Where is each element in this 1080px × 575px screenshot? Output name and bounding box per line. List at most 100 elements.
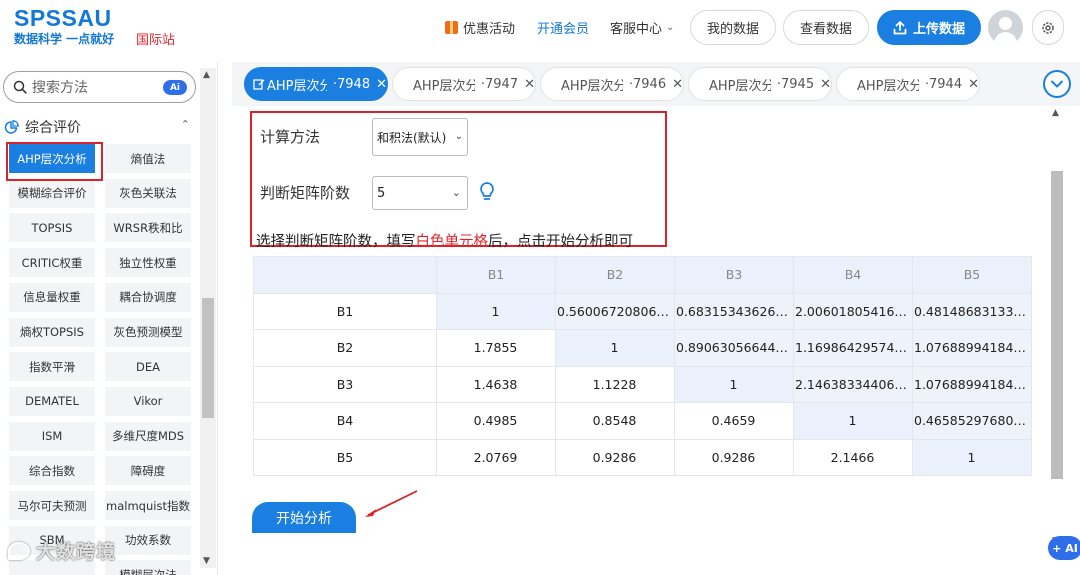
- analysis-tab[interactable]: AHP层次分析 ·7947 ✕: [392, 67, 536, 101]
- settings-button[interactable]: [1032, 10, 1064, 45]
- chevron-up-icon[interactable]: ⌃: [181, 118, 190, 131]
- matrix-cell-value: 1.1698642957418: [795, 340, 911, 356]
- calc-method-label: 计算方法: [260, 128, 321, 146]
- app-root: SPSSAU 数据科学 一点就好 国际站 优惠活动 开通会员 客服中心 ⌄ 我的…: [0, 0, 1080, 575]
- upload-data-button[interactable]: 上传数据: [877, 10, 981, 45]
- ai-search-badge[interactable]: Ai: [163, 80, 187, 95]
- close-icon[interactable]: ✕: [672, 77, 683, 92]
- lightbulb-icon[interactable]: [479, 181, 495, 203]
- matrix-cell[interactable]: 1.1228: [555, 365, 675, 403]
- matrix-cell: 0.6831534362616: [674, 292, 794, 330]
- content-scroll-thumb[interactable]: [1051, 171, 1063, 479]
- analysis-tab[interactable]: AHP层次分析 ·7948 ✕: [244, 67, 388, 101]
- method-item[interactable]: 熵值法: [105, 144, 191, 173]
- matrix-row-label: B3: [253, 365, 437, 403]
- matrix-cell[interactable]: 0.4659: [674, 402, 794, 440]
- content-scrollbar[interactable]: ▲ ▼: [1050, 106, 1064, 546]
- method-item[interactable]: 障碍度: [105, 456, 191, 486]
- matrix-order-label: 判断矩阵阶数: [260, 184, 351, 202]
- matrix-cell: 1: [555, 329, 675, 367]
- method-item[interactable]: 功效系数: [105, 525, 191, 555]
- method-item[interactable]: 多维尺度MDS: [105, 421, 191, 451]
- intl-site-link[interactable]: 国际站: [136, 29, 175, 48]
- close-icon[interactable]: ✕: [820, 77, 831, 92]
- method-item[interactable]: DEMATEL: [9, 386, 95, 416]
- method-item[interactable]: malmquist指数: [105, 491, 191, 520]
- watermark: 大数跨境: [8, 537, 116, 564]
- method-item[interactable]: WRSR秩和比: [105, 213, 191, 243]
- tabs-more-button[interactable]: [1043, 70, 1071, 98]
- tab-name: AHP层次分析: [709, 78, 771, 94]
- method-item[interactable]: 灰色预测模型: [105, 317, 191, 347]
- close-icon[interactable]: ✕: [376, 77, 387, 92]
- category-header[interactable]: 综合评价 ⌃: [4, 117, 194, 137]
- avatar[interactable]: [988, 10, 1023, 45]
- view-data-button[interactable]: 查看数据: [783, 10, 869, 45]
- scroll-up-arrow-icon[interactable]: ▲: [203, 70, 210, 80]
- method-item[interactable]: 熵权TOPSIS: [9, 317, 95, 347]
- matrix-cell: 2.0060180541625: [793, 292, 913, 330]
- nav-vip[interactable]: 开通会员: [537, 18, 589, 37]
- analysis-tab[interactable]: AHP层次分析 ·7944 ✕: [836, 67, 980, 101]
- avatar-body-shape: [994, 32, 1017, 45]
- calc-method-select[interactable]: 和积法(默认) ⌄: [372, 118, 468, 156]
- method-item[interactable]: 独立性权重: [105, 248, 191, 278]
- matrix-cell-value: 1.1228: [592, 376, 637, 392]
- matrix-cell[interactable]: 1.4638: [436, 365, 556, 403]
- matrix-order-value: 5: [377, 185, 386, 201]
- chevron-down-icon: ⌄: [454, 131, 463, 142]
- sidebar-scroll-thumb[interactable]: [202, 298, 214, 418]
- scroll-down-arrow-icon[interactable]: ▼: [203, 556, 210, 566]
- ai-assistant-button[interactable]: + AI: [1048, 536, 1080, 560]
- analysis-tab[interactable]: AHP层次分析 ·7945 ✕: [688, 67, 832, 101]
- matrix-cell: 1: [436, 292, 556, 330]
- logo[interactable]: SPSSAU 数据科学 一点就好: [14, 6, 114, 46]
- matrix-cell: 1: [674, 365, 794, 403]
- method-item[interactable]: 灰色关联法: [105, 178, 191, 208]
- tab-name: AHP层次分析: [266, 78, 327, 94]
- tab-number: ·7944: [924, 76, 963, 92]
- scroll-up-arrow-icon[interactable]: ▲: [1052, 108, 1059, 118]
- method-item[interactable]: 信息量权重: [9, 282, 95, 312]
- matrix-order-select[interactable]: 5 ⌄: [372, 176, 468, 210]
- matrix-cell[interactable]: 0.9286: [555, 438, 675, 476]
- method-item[interactable]: 模糊综合评价: [9, 178, 95, 208]
- close-icon[interactable]: ✕: [968, 77, 979, 92]
- matrix-column-header: B1: [436, 256, 556, 294]
- method-item[interactable]: CRITIC权重: [9, 248, 95, 278]
- method-item[interactable]: DEA: [105, 352, 191, 382]
- method-item[interactable]: 马尔可夫预测: [9, 491, 95, 520]
- method-item[interactable]: 耦合协调度: [105, 282, 191, 312]
- matrix-cell-value: 0.4814868313357: [914, 303, 1030, 319]
- method-search-box[interactable]: 搜索方法 Ai: [3, 71, 196, 103]
- nav-promotions[interactable]: 优惠活动: [445, 18, 515, 37]
- close-icon[interactable]: ✕: [524, 77, 535, 92]
- analysis-tab[interactable]: AHP层次分析 ·7946 ✕: [540, 67, 684, 101]
- matrix-cell[interactable]: 2.0769: [436, 438, 556, 476]
- method-item[interactable]: 综合指数: [9, 456, 95, 486]
- matrix-cell[interactable]: 2.1466: [793, 438, 913, 476]
- calc-method-value: 和积法(默认): [377, 130, 447, 145]
- matrix-cell: 1: [912, 438, 1032, 476]
- matrix-cell[interactable]: 0.8548: [555, 402, 675, 440]
- method-item[interactable]: 模糊层次法: [105, 560, 191, 575]
- method-item[interactable]: ISM: [9, 421, 95, 451]
- matrix-cell-value: 2.14638334406525: [795, 376, 911, 392]
- matrix-cell[interactable]: 1.7855: [436, 329, 556, 367]
- matrix-cell[interactable]: 0.9286: [674, 438, 794, 476]
- tab-name: AHP层次分析: [561, 78, 623, 94]
- my-data-button[interactable]: 我的数据: [690, 10, 776, 45]
- matrix-cell-value: 0.8906305664416: [676, 340, 792, 356]
- analysis-panel: 计算方法 和积法(默认) ⌄ 判断矩阵阶数 5 ⌄ 选择判断矩阵阶数，填写白色单…: [244, 108, 1064, 533]
- matrix-cell: 0.8906305664416: [674, 329, 794, 367]
- tab-number: ·7946: [628, 76, 667, 92]
- instruction-text: 选择判断矩阵阶数，填写白色单元格后，点击开始分析即可: [256, 230, 633, 251]
- method-item[interactable]: TOPSIS: [9, 213, 95, 243]
- sidebar-scrollbar[interactable]: ▲ ▼: [200, 68, 216, 568]
- start-analysis-button[interactable]: 开始分析: [252, 502, 356, 533]
- matrix-cell[interactable]: 0.4985: [436, 402, 556, 440]
- method-item[interactable]: Vikor: [105, 386, 191, 416]
- tab-name: AHP层次分析: [413, 78, 475, 94]
- method-item[interactable]: 指数平滑: [9, 352, 95, 382]
- nav-service-center[interactable]: 客服中心 ⌄: [610, 18, 674, 37]
